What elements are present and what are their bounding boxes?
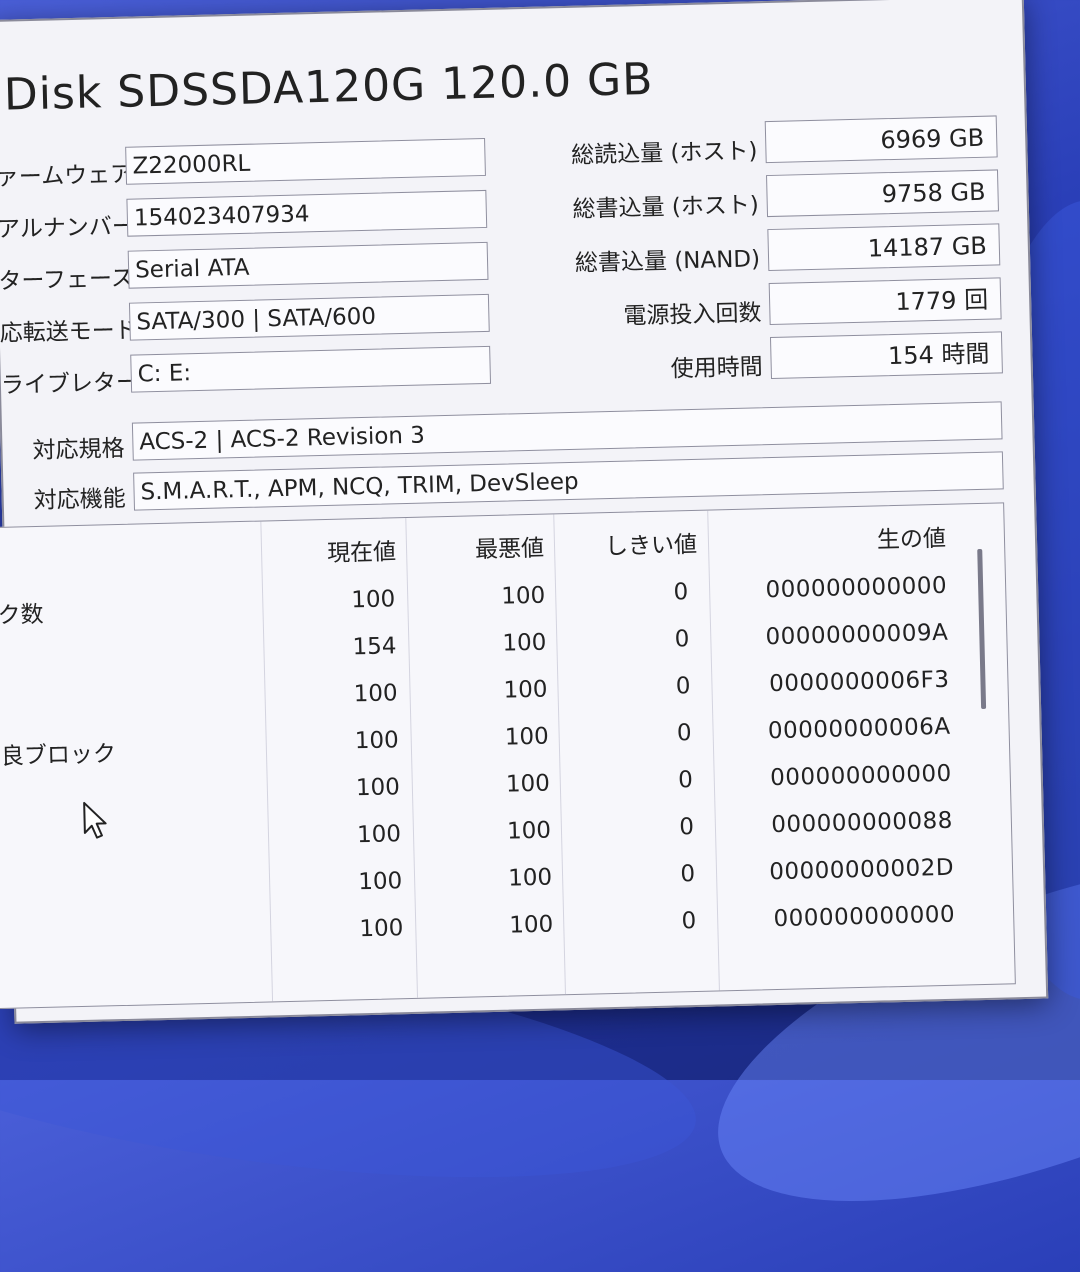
cell-worst: 100 xyxy=(509,911,554,939)
left-field-label: ターフェース xyxy=(0,265,135,295)
right-field-label: 使用時間 xyxy=(670,354,764,383)
cell-threshold: 0 xyxy=(681,908,697,935)
cell-raw: 000000000000 xyxy=(765,572,948,604)
cell-threshold: 0 xyxy=(674,626,690,653)
row-attribute-name: ク数 xyxy=(0,601,44,629)
smart-table[interactable]: 現在値 最悪値 しきい値 生の値 ク数 100 100 0 0000000000… xyxy=(0,502,1016,1010)
cell-threshold: 0 xyxy=(677,767,694,794)
cell-current: 100 xyxy=(355,774,401,802)
cell-current: 100 xyxy=(353,680,398,708)
left-field-value[interactable]: C: E: xyxy=(130,345,492,393)
cell-current: 100 xyxy=(354,727,400,755)
cell-raw: 00000000002D xyxy=(769,854,955,886)
cell-threshold: 0 xyxy=(673,579,689,606)
cell-current: 154 xyxy=(352,633,397,661)
disk-info-window: Disk SDSSDA120G 120.0 GB ァームウェア Z22000RL… xyxy=(0,0,1049,1024)
header-raw[interactable]: 生の値 xyxy=(713,519,947,559)
mouse-pointer-icon xyxy=(83,801,107,839)
left-field-value[interactable]: Serial ATA xyxy=(127,241,489,289)
cell-raw: 000000000088 xyxy=(770,807,954,839)
cell-worst: 100 xyxy=(507,864,553,892)
features-field[interactable]: S.M.A.R.T., APM, NCQ, TRIM, DevSleep xyxy=(133,451,1004,511)
row-attribute-name: 良ブロック xyxy=(0,741,117,770)
cell-raw: 00000000009A xyxy=(765,619,949,651)
cell-worst: 100 xyxy=(501,582,546,610)
cell-threshold: 0 xyxy=(675,673,691,700)
cell-worst: 100 xyxy=(503,676,548,704)
cell-worst: 100 xyxy=(506,817,552,845)
right-field-value[interactable]: 9758 GB xyxy=(766,169,999,218)
cell-worst: 100 xyxy=(504,723,549,751)
cell-current: 100 xyxy=(351,586,396,614)
cell-raw: 000000000000 xyxy=(769,760,953,792)
cell-raw: 000000000000 xyxy=(773,901,956,933)
header-worst[interactable]: 最悪値 xyxy=(411,529,545,566)
left-field-value[interactable]: SATA/300 | SATA/600 xyxy=(128,293,490,341)
cell-raw: 0000000006F3 xyxy=(768,666,950,698)
features-label: 対応機能 xyxy=(33,485,127,515)
cell-current: 100 xyxy=(357,868,403,896)
standard-label: 対応規格 xyxy=(32,435,125,465)
header-current[interactable]: 現在値 xyxy=(266,532,397,569)
left-field-label: 応転送モード xyxy=(0,317,138,347)
right-field-label: 総書込量 (NAND) xyxy=(574,246,761,277)
drive-title: Disk SDSSDA120G 120.0 GB xyxy=(3,53,654,121)
standard-field[interactable]: ACS-2 | ACS-2 Revision 3 xyxy=(131,401,1003,461)
left-field-value[interactable]: Z22000RL xyxy=(125,137,486,185)
cell-threshold: 0 xyxy=(676,720,692,747)
cell-current: 100 xyxy=(359,915,404,943)
right-field-label: 総読込量 (ホスト) xyxy=(570,138,758,169)
right-field-value[interactable]: 1779 回 xyxy=(768,277,1002,326)
cell-worst: 100 xyxy=(505,770,551,798)
right-field-label: 電源投入回数 xyxy=(623,300,762,330)
cell-threshold: 0 xyxy=(678,814,695,841)
cell-current: 100 xyxy=(356,821,402,849)
right-field-value[interactable]: 154 時間 xyxy=(769,331,1003,380)
left-field-label: ライブレター xyxy=(0,369,140,399)
cell-raw: 00000000006A xyxy=(767,713,951,745)
left-field-label: アルナンバー xyxy=(0,213,136,243)
cell-threshold: 0 xyxy=(680,861,696,888)
left-field-label: ァームウェア xyxy=(0,161,134,191)
right-field-value[interactable]: 6969 GB xyxy=(764,115,998,164)
left-field-value[interactable]: 154023407934 xyxy=(126,189,488,237)
right-field-label: 総書込量 (ホスト) xyxy=(572,192,760,223)
header-threshold[interactable]: しきい値 xyxy=(559,525,698,562)
cell-worst: 100 xyxy=(502,629,547,657)
right-field-value[interactable]: 14187 GB xyxy=(767,223,1001,272)
